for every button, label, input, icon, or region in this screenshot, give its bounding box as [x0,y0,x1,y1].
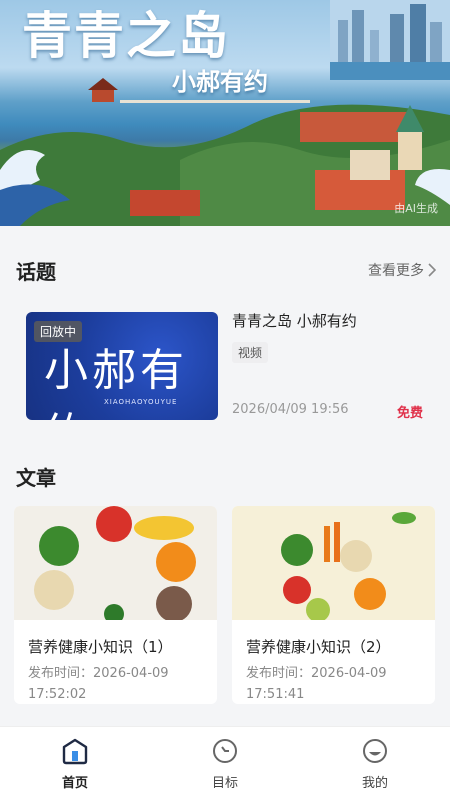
chevron-right-icon [428,263,436,277]
topics-heading: 话题 [16,260,56,284]
article-title: 营养健康小知识（2） [246,638,391,656]
tab-label: 首页 [61,776,88,791]
topic-title: 青青之岛 小郝有约 [232,312,357,330]
profile-icon [363,739,387,763]
ai-generated-label: 由AI生成 [394,202,438,215]
article-image [232,506,435,620]
price-label: 免费 [396,406,423,421]
replay-badge: 回放中 [34,321,83,342]
tab-label: 我的 [361,776,388,791]
thumbnail-subtitle: XIAOHAOYOUYUE [104,398,178,406]
topic-card[interactable]: 小郝有约 XIAOHAOYOUYUE 回放中 青青之岛 小郝有约 视频 2026… [14,296,436,430]
home-icon [62,738,88,765]
hero-title: 青青之岛 [22,7,230,65]
article-publish-time: 发布时间：2026-04-09 17:52:02 [28,666,169,702]
article-publish-time: 发布时间：2026-04-09 17:51:41 [246,666,387,702]
thumbnail-title: 小郝有约 [44,345,188,420]
hero-subtitle: 小郝有约 [172,68,268,96]
tab-target[interactable]: 目标 [175,737,275,791]
target-icon [213,739,237,763]
tab-mine[interactable]: 我的 [325,737,425,791]
article-title: 营养健康小知识（1） [28,638,173,656]
view-more-label: 查看更多 [368,263,424,279]
topic-date: 2026/04/09 19:56 [232,402,349,417]
articles-heading: 文章 [16,466,56,490]
article-image [14,506,217,620]
bottom-tab-bar: 首页 目标 我的 [0,726,450,801]
topic-thumbnail: 小郝有约 XIAOHAOYOUYUE 回放中 [26,312,218,420]
article-card[interactable]: 营养健康小知识（1） 发布时间：2026-04-09 17:52:02 [14,506,217,704]
tab-home[interactable]: 首页 [25,737,125,791]
article-card[interactable]: 营养健康小知识（2） 发布时间：2026-04-09 17:51:41 [232,506,435,704]
tab-label: 目标 [211,776,238,791]
topic-tag: 视频 [232,342,269,363]
view-more-link[interactable]: 查看更多 [368,260,436,280]
hero-banner[interactable]: 青青之岛 小郝有约 由AI生成 [0,0,450,226]
